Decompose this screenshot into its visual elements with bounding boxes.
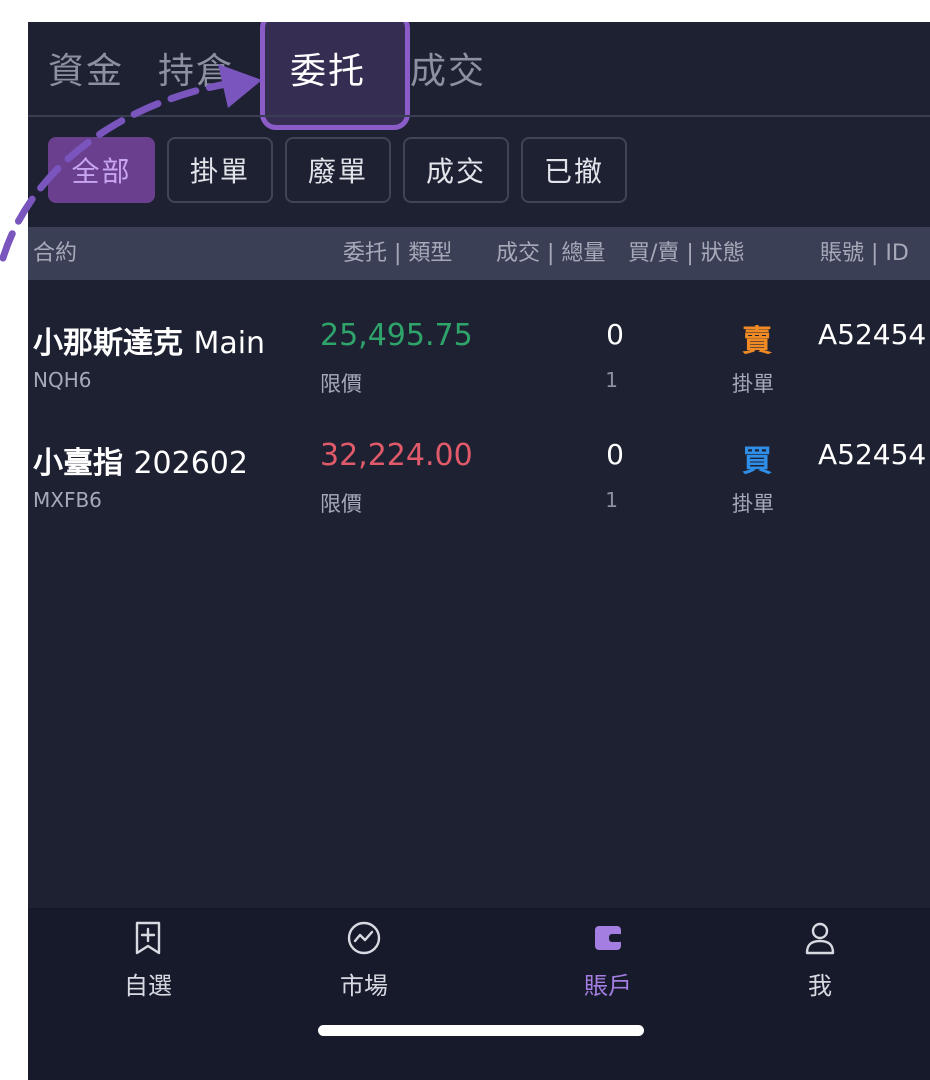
home-indicator <box>318 1025 644 1036</box>
filled-qty: 0 <box>606 438 624 471</box>
header-filled-total: 成交 | 總量 <box>496 241 606 266</box>
table-row[interactable]: 小臺指 202602 MXFB6 32,224.00 限價 0 1 買 掛單 A… <box>28 432 930 542</box>
account-id: A52454 <box>818 438 927 471</box>
app-screen: 資金 持倉 委托 成交 全部 掛單 廢單 成交 已撤 合約 委托 | 類型 成交… <box>28 22 930 1080</box>
tab-orders[interactable]: 委托 <box>290 42 366 94</box>
order-status: 掛單 <box>732 372 774 396</box>
top-tab-bar: 資金 持倉 委托 成交 <box>28 22 930 130</box>
filter-cancelled[interactable]: 已撤 <box>521 137 627 203</box>
order-side: 買 <box>742 444 772 479</box>
market-trend-icon <box>347 921 381 955</box>
table-row[interactable]: 小那斯達克 Main NQH6 25,495.75 限價 0 1 賣 掛單 A5… <box>28 312 930 422</box>
order-price: 25,495.75 <box>320 318 473 353</box>
order-type: 限價 <box>320 492 362 516</box>
account-id: A52454 <box>818 318 927 351</box>
order-type: 限價 <box>320 372 362 396</box>
bookmark-add-icon <box>135 921 161 955</box>
tab-trades[interactable]: 成交 <box>410 42 486 94</box>
filter-filled[interactable]: 成交 <box>403 137 509 203</box>
tab-divider <box>28 115 930 117</box>
order-status: 掛單 <box>732 492 774 516</box>
person-icon <box>805 922 835 955</box>
header-order-type: 委托 | 類型 <box>343 241 453 266</box>
filled-qty: 0 <box>606 318 624 351</box>
order-price: 32,224.00 <box>320 438 473 473</box>
contract-name: 小那斯達克 Main <box>33 326 266 361</box>
header-account: 賬號 | ID <box>820 241 909 266</box>
nav-me[interactable]: 我 <box>750 918 890 1001</box>
nav-label: 自選 <box>124 972 172 1000</box>
tab-positions[interactable]: 持倉 <box>158 42 234 94</box>
filter-chip-bar: 全部 掛單 廢單 成交 已撤 <box>28 137 930 207</box>
header-side-status: 買/賣 | 狀態 <box>628 241 745 266</box>
nav-account[interactable]: 賬戶 <box>538 918 678 1001</box>
filter-rejected[interactable]: 廢單 <box>285 137 391 203</box>
nav-label: 我 <box>808 972 832 1000</box>
total-qty: 1 <box>605 488 618 512</box>
contract-code: NQH6 <box>33 368 92 392</box>
table-header: 合約 委托 | 類型 成交 | 總量 買/賣 | 狀態 賬號 | ID <box>28 227 930 280</box>
contract-name: 小臺指 202602 <box>33 446 248 481</box>
tab-funds[interactable]: 資金 <box>48 42 124 94</box>
nav-label: 賬戶 <box>584 972 632 1000</box>
nav-watchlist[interactable]: 自選 <box>78 918 218 1001</box>
header-contract: 合約 <box>33 241 78 266</box>
total-qty: 1 <box>605 368 618 392</box>
wallet-icon <box>595 926 623 950</box>
filter-all[interactable]: 全部 <box>48 137 155 203</box>
order-side: 賣 <box>742 324 772 359</box>
filter-pending[interactable]: 掛單 <box>167 137 273 203</box>
nav-label: 市場 <box>340 972 388 1000</box>
contract-code: MXFB6 <box>33 488 102 512</box>
nav-market[interactable]: 市場 <box>294 918 434 1001</box>
bottom-nav: 自選 市場 賬戶 我 <box>28 910 930 1080</box>
